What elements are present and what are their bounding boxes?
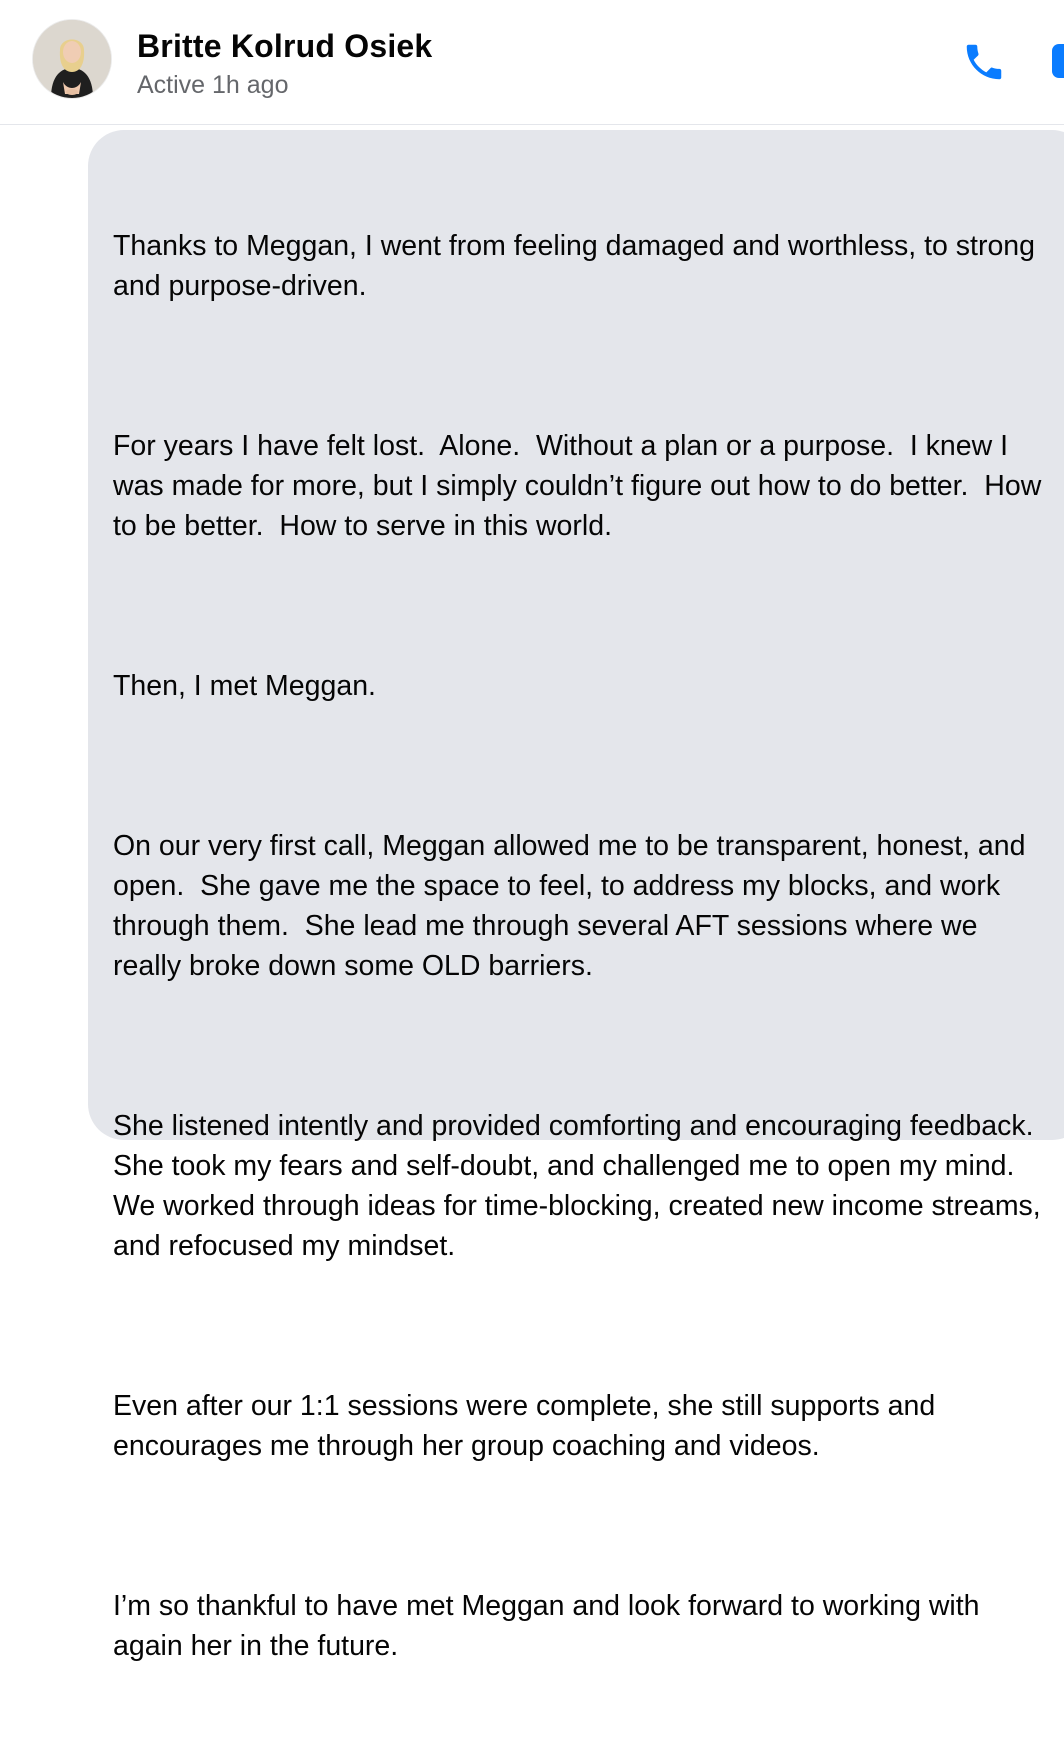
audio-call-button[interactable] [958, 36, 1010, 88]
message-paragraph: I’m so thankful to have met Meggan and l… [113, 1590, 988, 1662]
chat-header: Britte Kolrud Osiek Active 1h ago [0, 0, 1064, 125]
message-text: Thanks to Meggan, I went from feeling da… [113, 146, 1043, 1746]
message-paragraph: She listened intently and provided comfo… [113, 1110, 1050, 1262]
video-camera-icon [1052, 44, 1064, 78]
message-paragraph: On our very first call, Meggan allowed m… [113, 830, 1034, 982]
message-paragraph: Even after our 1:1 sessions were complet… [113, 1390, 944, 1462]
video-call-button[interactable] [1046, 40, 1064, 80]
contact-name[interactable]: Britte Kolrud Osiek [137, 28, 432, 65]
phone-icon [966, 44, 1002, 80]
message-paragraph: For years I have felt lost. Alone. Witho… [113, 430, 1042, 542]
message-paragraph: Then, I met Meggan. [113, 670, 376, 702]
active-status: Active 1h ago [137, 71, 289, 99]
avatar[interactable] [33, 20, 111, 98]
message-paragraph: Thanks to Meggan, I went from feeling da… [113, 230, 1043, 302]
profile-photo-icon [33, 20, 111, 98]
